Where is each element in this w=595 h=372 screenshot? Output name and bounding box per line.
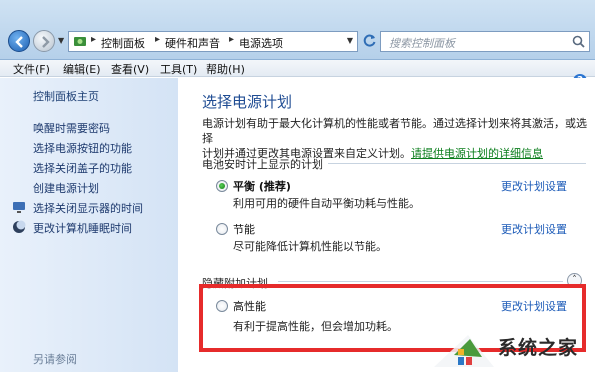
menu-file[interactable]: 文件(F) bbox=[13, 61, 50, 77]
group-divider bbox=[328, 163, 586, 164]
breadcrumb-control-panel[interactable]: 控制面板 bbox=[101, 35, 145, 51]
watermark-text: 系统之家 bbox=[498, 337, 579, 359]
see-also-heading: 另请参阅 bbox=[33, 353, 77, 366]
arrow-right-icon bbox=[42, 36, 50, 48]
page-title: 选择电源计划 bbox=[202, 93, 293, 111]
search-placeholder: 搜索控制面板 bbox=[389, 37, 455, 50]
history-dropdown-icon[interactable]: ▼ bbox=[58, 36, 64, 45]
plan-power-saver-radio[interactable] bbox=[216, 223, 228, 235]
intro-text: 电源计划有助于最大化计算机的性能或者节能。通过选择计划来将其激活，或选择 计划并… bbox=[202, 116, 590, 161]
back-button[interactable] bbox=[8, 30, 30, 52]
plan-details-link[interactable]: 请提供电源计划的详细信息 bbox=[411, 147, 543, 160]
sidebar: 控制面板主页 唤醒时需要密码 选择电源按钮的功能 选择关闭盖子的功能 创建电源计… bbox=[0, 78, 178, 372]
forward-button[interactable] bbox=[33, 30, 55, 52]
moon-icon bbox=[13, 220, 26, 233]
intro-line-1: 电源计划有助于最大化计算机的性能或者节能。通过选择计划来将其激活，或选择 bbox=[202, 117, 587, 145]
battery-plans-heading: 电池安时计上显示的计划 bbox=[202, 158, 323, 171]
plan-balanced-desc: 利用可用的硬件自动平衡功耗与性能。 bbox=[233, 197, 420, 210]
plan-power-saver-desc: 尽可能降低计算机性能以节能。 bbox=[233, 240, 387, 253]
address-dropdown-icon[interactable]: ▼ bbox=[347, 36, 353, 45]
breadcrumb-power-options[interactable]: 电源选项 bbox=[239, 35, 283, 51]
sidebar-item-sleep-time[interactable]: 更改计算机睡眠时间 bbox=[33, 220, 132, 236]
plan-power-saver-name[interactable]: 节能 bbox=[233, 221, 255, 237]
group-divider bbox=[278, 281, 563, 282]
address-bar[interactable]: ▸ 控制面板 ▸ 硬件和声音 ▸ 电源选项 ▼ bbox=[68, 31, 358, 52]
menu-tools[interactable]: 工具(T) bbox=[160, 61, 197, 77]
breadcrumb-separator: ▸ bbox=[91, 34, 97, 45]
breadcrumb-separator[interactable]: ▸ bbox=[229, 34, 234, 45]
search-icon[interactable] bbox=[572, 35, 585, 48]
plan-balanced-settings-link[interactable]: 更改计划设置 bbox=[501, 178, 567, 194]
sidebar-home-link[interactable]: 控制面板主页 bbox=[33, 88, 99, 104]
search-input[interactable]: 搜索控制面板 bbox=[380, 31, 590, 52]
sidebar-item-wake-password[interactable]: 唤醒时需要密码 bbox=[33, 120, 110, 136]
breadcrumb-hardware-sound[interactable]: 硬件和声音 bbox=[165, 35, 220, 51]
arrow-left-icon bbox=[15, 36, 23, 48]
menu-view[interactable]: 查看(V) bbox=[111, 61, 149, 77]
sidebar-item-close-lid[interactable]: 选择关闭盖子的功能 bbox=[33, 160, 132, 176]
title-bar: ▼ ▸ 控制面板 ▸ 硬件和声音 ▸ 电源选项 ▼ 搜索控制面板 bbox=[0, 0, 595, 60]
control-panel-icon bbox=[74, 37, 86, 46]
sidebar-item-display-off[interactable]: 选择关闭显示器的时间 bbox=[33, 200, 143, 216]
menu-help[interactable]: 帮助(H) bbox=[206, 61, 245, 77]
refresh-icon[interactable] bbox=[363, 33, 377, 47]
menu-bar: 文件(F) 编辑(E) 查看(V) 工具(T) 帮助(H) bbox=[0, 60, 595, 77]
monitor-icon bbox=[13, 202, 25, 213]
plan-power-saver-settings-link[interactable]: 更改计划设置 bbox=[501, 221, 567, 237]
plan-balanced-name[interactable]: 平衡 (推荐) bbox=[233, 178, 291, 194]
breadcrumb-separator[interactable]: ▸ bbox=[155, 34, 160, 45]
plan-balanced-radio[interactable] bbox=[216, 180, 228, 192]
sidebar-item-create-plan[interactable]: 创建电源计划 bbox=[33, 180, 99, 196]
menu-edit[interactable]: 编辑(E) bbox=[63, 61, 101, 77]
sidebar-item-power-button[interactable]: 选择电源按钮的功能 bbox=[33, 140, 132, 156]
